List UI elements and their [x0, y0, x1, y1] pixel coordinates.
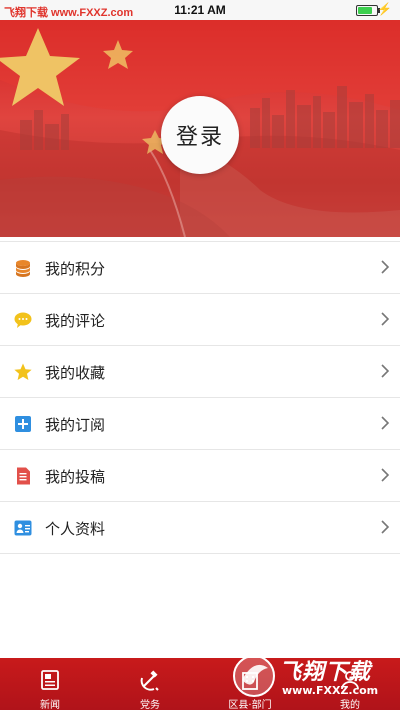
chevron-right-icon — [381, 520, 390, 534]
menu-item-label: 我的评论 — [45, 312, 106, 330]
menu-item-label: 我的订阅 — [45, 416, 106, 434]
profile-card-icon — [14, 520, 32, 536]
menu-item-comments[interactable]: 我的评论 — [0, 294, 400, 346]
document-icon — [17, 467, 30, 485]
battery-level — [358, 7, 372, 14]
menu-item-profile[interactable]: 个人资料 — [0, 502, 400, 554]
plus-square-icon — [15, 416, 31, 432]
chevron-right-icon — [381, 468, 390, 482]
menu-item-subscriptions[interactable]: 我的订阅 — [0, 398, 400, 450]
battery-icon — [356, 5, 380, 16]
hammer-sickle-icon — [140, 670, 159, 691]
profile-header: 登录 — [0, 20, 400, 237]
charging-icon: ⚡ — [377, 2, 392, 16]
menu-item-label: 我的积分 — [45, 260, 106, 278]
chevron-right-icon — [381, 416, 390, 430]
coins-icon — [16, 260, 30, 277]
menu-item-label: 个人资料 — [45, 520, 106, 538]
comment-bubble-icon — [14, 312, 32, 328]
login-button[interactable]: 登录 — [161, 96, 239, 174]
menu-item-contributions[interactable]: 我的投稿 — [0, 450, 400, 502]
menu-item-favorites[interactable]: 我的收藏 — [0, 346, 400, 398]
profile-menu: 我的积分 我的评论 我的收藏 我的订阅 我的投稿 个人资料 — [0, 241, 400, 554]
tab-label: 党务 — [140, 700, 160, 711]
chevron-right-icon — [381, 312, 390, 326]
menu-item-points[interactable]: 我的积分 — [0, 241, 400, 294]
watermark-emblem-icon — [233, 655, 275, 697]
chevron-right-icon — [381, 364, 390, 378]
watermark-title: 飞翔下载 — [279, 660, 372, 685]
tab-label: 新闻 — [40, 700, 60, 711]
watermark-url: www.FXXZ.com — [282, 684, 379, 697]
menu-item-label: 我的收藏 — [45, 364, 106, 382]
menu-item-label: 我的投稿 — [45, 468, 106, 486]
chevron-right-icon — [381, 260, 390, 274]
tab-news[interactable]: 新闻 — [0, 658, 100, 711]
star-icon — [14, 363, 32, 380]
tab-party-affairs[interactable]: 党务 — [100, 658, 200, 711]
status-time: 11:21 AM — [174, 3, 226, 17]
status-bar: 飞翔下载 www.FXXZ.com 11:21 AM ⚡ — [0, 0, 400, 20]
watermark-logo: 飞翔下载 www.FXXZ.com — [232, 648, 400, 708]
newspaper-icon — [41, 670, 59, 690]
